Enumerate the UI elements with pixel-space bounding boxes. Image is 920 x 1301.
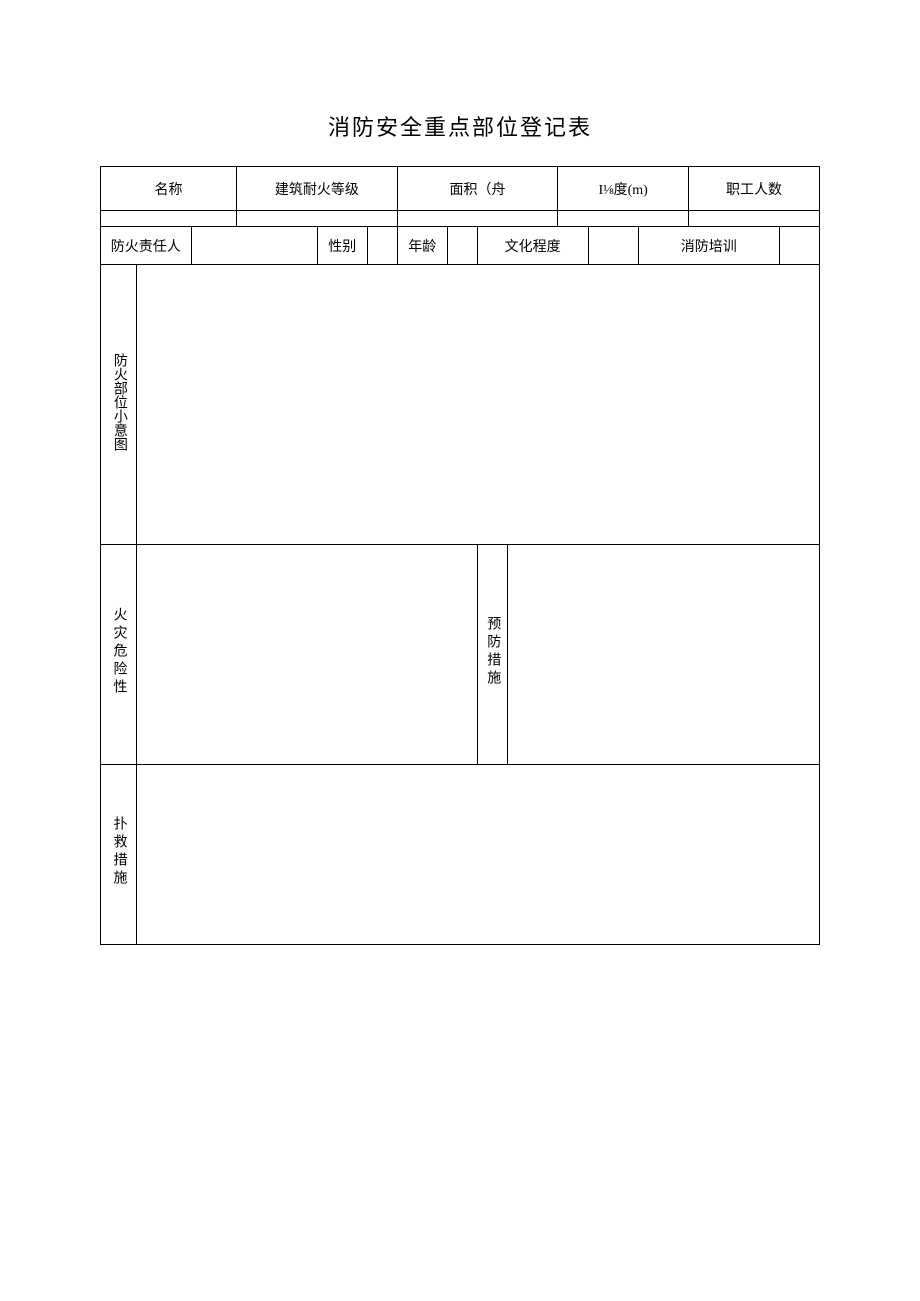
fire-resistance-label: 建筑耐火等级	[236, 167, 397, 211]
table-row-header2: 防火责任人 性别 年龄 文化程度 消防培训	[101, 227, 820, 265]
page-title: 消防安全重点部位登记表	[100, 110, 820, 142]
height-value[interactable]	[558, 211, 689, 227]
rescue-cell[interactable]	[137, 765, 820, 945]
table-row-diagram: 防火部位小意图	[101, 265, 820, 545]
prevention-label: 预防措施	[477, 545, 507, 765]
name-value[interactable]	[101, 211, 237, 227]
gender-value[interactable]	[367, 227, 397, 265]
area-label: 面积（舟	[397, 167, 558, 211]
responsible-value[interactable]	[191, 227, 317, 265]
fire-resistance-value[interactable]	[236, 211, 397, 227]
diagram-label: 防火部位小意图	[101, 265, 137, 545]
gender-label: 性别	[317, 227, 367, 265]
name-label: 名称	[101, 167, 237, 211]
responsible-label: 防火责任人	[101, 227, 192, 265]
registration-table: 名称 建筑耐火等级 面积（舟 I⅛度(m) 职工人数 防火责任人 性别 年龄 文…	[100, 166, 820, 945]
table-row-hazard: 火灾危险性 预防措施	[101, 545, 820, 765]
staff-label: 职工人数	[689, 167, 820, 211]
hazard-cell[interactable]	[137, 545, 478, 765]
height-label: I⅛度(m)	[558, 167, 689, 211]
education-label: 文化程度	[477, 227, 588, 265]
education-value[interactable]	[588, 227, 638, 265]
diagram-cell[interactable]	[137, 265, 820, 545]
table-row-header1: 名称 建筑耐火等级 面积（舟 I⅛度(m) 职工人数	[101, 167, 820, 211]
age-value[interactable]	[447, 227, 477, 265]
training-label: 消防培训	[638, 227, 779, 265]
training-value[interactable]	[780, 227, 820, 265]
rescue-label: 扑救措施	[101, 765, 137, 945]
age-label: 年龄	[397, 227, 447, 265]
table-row-rescue: 扑救措施	[101, 765, 820, 945]
hazard-label: 火灾危险性	[101, 545, 137, 765]
prevention-cell[interactable]	[507, 545, 819, 765]
area-value[interactable]	[397, 211, 558, 227]
table-row-values1	[101, 211, 820, 227]
staff-value[interactable]	[689, 211, 820, 227]
